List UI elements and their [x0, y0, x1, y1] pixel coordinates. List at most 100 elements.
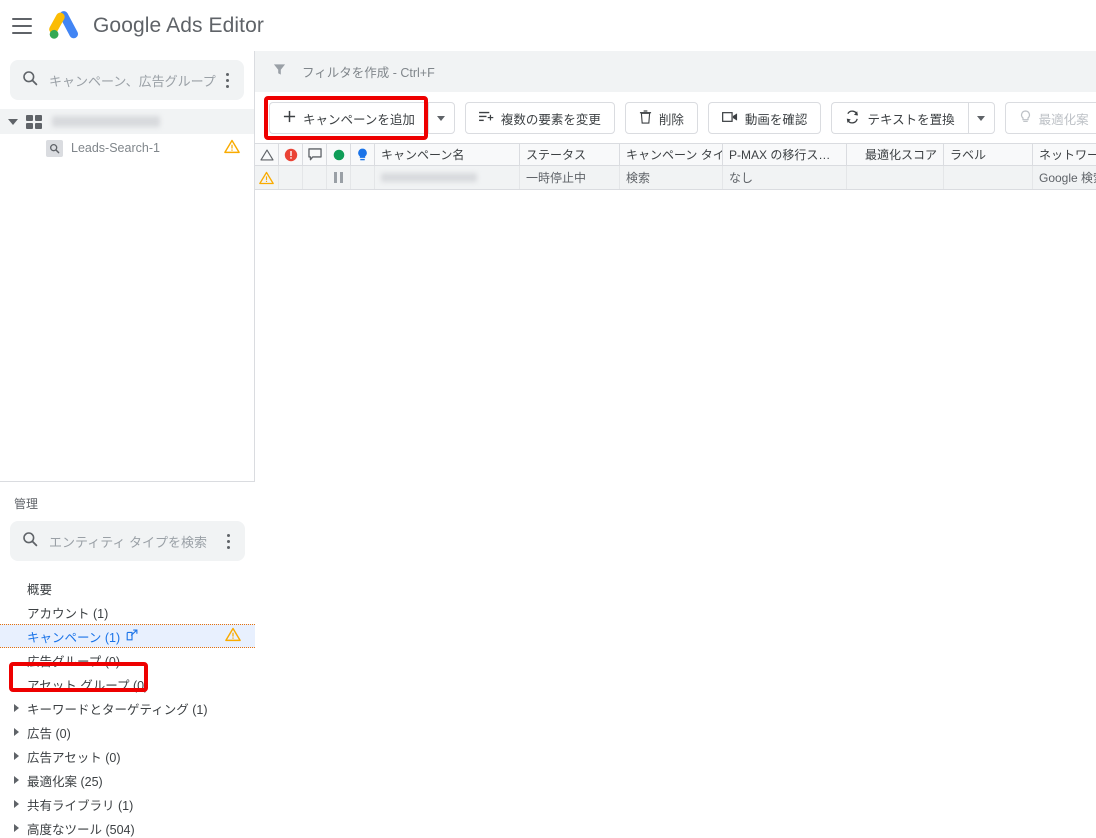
entity-item-8[interactable]: 最適化案 (25)	[0, 768, 255, 792]
chevron-down-icon	[437, 115, 446, 121]
expand-arrow-icon[interactable]	[14, 824, 19, 832]
recommendations-label: 最適化案	[1038, 112, 1089, 127]
check-video-label: 動画を確認	[744, 112, 808, 127]
tree-item-label: Leads-Search-1	[71, 141, 160, 155]
campaign-name-redacted	[381, 173, 477, 182]
external-link-icon[interactable]	[126, 629, 138, 644]
add-campaign-button[interactable]: キャンペーンを追加	[269, 102, 428, 134]
entity-item-label: 共有ライブラリ (1)	[27, 798, 134, 813]
more-vert-icon[interactable]	[216, 67, 238, 93]
bulk-edit-label: 複数の要素を変更	[500, 112, 601, 127]
delete-button[interactable]: 削除	[624, 102, 698, 134]
recommendations-button: 最適化案	[1004, 102, 1096, 134]
column-header-error[interactable]	[279, 144, 303, 165]
row-pmax-status: なし	[723, 166, 847, 189]
manage-panel-title: 管理	[14, 497, 39, 511]
filter-funnel-icon	[273, 63, 286, 81]
entity-item-0[interactable]: 概要	[0, 576, 255, 600]
add-campaign-dropdown-button[interactable]	[427, 102, 455, 134]
table-header-row: キャンペーン名 ステータス キャンペーン タイプ P-MAX の移行ス… 最適化…	[255, 143, 1096, 166]
trash-icon	[639, 109, 652, 127]
google-ads-logo	[48, 10, 82, 41]
add-campaign-group: キャンペーンを追加	[269, 102, 455, 134]
row-label	[944, 166, 1033, 189]
entity-type-list: 概要アカウント (1) キャンペーン (1) 広告グループ (0) アセット グループ…	[0, 576, 255, 838]
expand-arrow-icon[interactable]	[14, 800, 19, 808]
left-sidebar: キャンペーン、広告グループ、アセ… Leads-Search-	[0, 51, 255, 838]
row-comment-cell	[303, 166, 327, 189]
search-icon	[22, 70, 38, 91]
entity-item-label: 最適化案 (25)	[27, 774, 103, 789]
entity-search-input[interactable]: エンティティ タイプを検索	[10, 521, 245, 561]
add-campaign-label: キャンペーンを追加	[303, 112, 415, 127]
entity-item-2[interactable]: キャンペーン (1)	[0, 624, 255, 648]
row-warning-icon	[255, 166, 279, 189]
entity-item-label: キーワードとターゲティング (1)	[27, 702, 208, 717]
replace-text-group: テキストを置換	[831, 102, 995, 134]
entity-item-label: 概要	[27, 582, 53, 597]
entity-item-3[interactable]: 広告グループ (0)	[0, 648, 255, 672]
search-input[interactable]: キャンペーン、広告グループ、アセ…	[10, 60, 244, 100]
expand-arrow-icon[interactable]	[14, 776, 19, 784]
warning-triangle-icon	[224, 139, 240, 157]
entity-item-7[interactable]: 広告アセット (0)	[0, 744, 255, 768]
column-header-network[interactable]: ネットワーク	[1033, 144, 1096, 165]
tree-row-account[interactable]	[0, 109, 254, 134]
tree-row-campaign[interactable]: Leads-Search-1	[0, 134, 254, 162]
lightbulb-icon	[1019, 109, 1032, 127]
hamburger-icon[interactable]	[12, 17, 32, 34]
video-camera-icon	[721, 111, 738, 126]
entity-item-10[interactable]: 高度なツール (504)	[0, 816, 255, 838]
app-header: Google Ads Editor	[0, 0, 1096, 51]
column-header-label[interactable]: ラベル	[944, 144, 1033, 165]
search-chip-icon	[46, 139, 63, 157]
search-icon	[22, 531, 38, 552]
entity-item-5[interactable]: キーワードとターゲティング (1)	[0, 696, 255, 720]
entity-search-container: エンティティ タイプを検索	[0, 512, 255, 561]
search-placeholder: キャンペーン、広告グループ、アセ…	[49, 73, 216, 89]
account-name-redacted	[52, 116, 160, 127]
entity-item-1[interactable]: アカウント (1)	[0, 600, 255, 624]
bulk-edit-icon	[478, 110, 494, 126]
entity-item-4[interactable]: アセット グループ (0)	[0, 672, 255, 696]
column-header-warning[interactable]	[255, 144, 279, 165]
column-header-status-text[interactable]: ステータス	[520, 144, 620, 165]
warning-triangle-icon	[225, 627, 241, 645]
row-network: Google 検索; …	[1039, 171, 1096, 185]
entity-item-9[interactable]: 共有ライブラリ (1)	[0, 792, 255, 816]
replace-text-dropdown-button[interactable]	[967, 102, 995, 134]
column-header-campaign-name[interactable]: キャンペーン名	[375, 144, 520, 165]
entity-search-placeholder: エンティティ タイプを検索	[49, 534, 208, 550]
column-header-recommendation[interactable]	[351, 144, 375, 165]
expand-arrow-icon[interactable]	[14, 752, 19, 760]
check-video-button[interactable]: 動画を確認	[707, 102, 822, 134]
filter-bar[interactable]: フィルタを作成 - Ctrl+F	[255, 51, 1096, 93]
row-status-icon	[327, 166, 351, 189]
entity-item-label: アセット グループ (0)	[27, 678, 149, 693]
account-tree: Leads-Search-1	[0, 109, 254, 162]
caret-down-icon[interactable]	[8, 118, 18, 125]
plus-icon	[283, 110, 296, 126]
pause-icon	[334, 172, 343, 183]
filter-placeholder: フィルタを作成 - Ctrl+F	[302, 66, 435, 80]
column-header-optimization-score[interactable]: 最適化スコア	[847, 144, 944, 165]
row-error-cell	[279, 166, 303, 189]
more-vert-icon[interactable]	[217, 528, 239, 554]
replace-text-button[interactable]: テキストを置換	[831, 102, 968, 134]
row-campaign-name	[375, 166, 520, 189]
column-header-campaign-type[interactable]: キャンペーン タイプ	[620, 144, 723, 165]
row-optimization-score	[847, 166, 944, 189]
entity-item-label: キャンペーン (1)	[27, 630, 121, 645]
page-title: Google Ads Editor	[93, 14, 264, 38]
expand-arrow-icon[interactable]	[14, 704, 19, 712]
entity-item-6[interactable]: 広告 (0)	[0, 720, 255, 744]
column-header-status[interactable]	[327, 144, 351, 165]
entity-item-label: 広告アセット (0)	[27, 750, 121, 765]
entity-item-label: 広告 (0)	[27, 726, 71, 741]
table-row[interactable]: 一時停止中 検索 なし Google 検索; …	[255, 166, 1096, 190]
row-campaign-type: 検索	[620, 166, 723, 189]
expand-arrow-icon[interactable]	[14, 728, 19, 736]
column-header-pmax-status[interactable]: P-MAX の移行ス…	[723, 144, 847, 165]
column-header-comment[interactable]	[303, 144, 327, 165]
bulk-edit-button[interactable]: 複数の要素を変更	[464, 102, 615, 134]
